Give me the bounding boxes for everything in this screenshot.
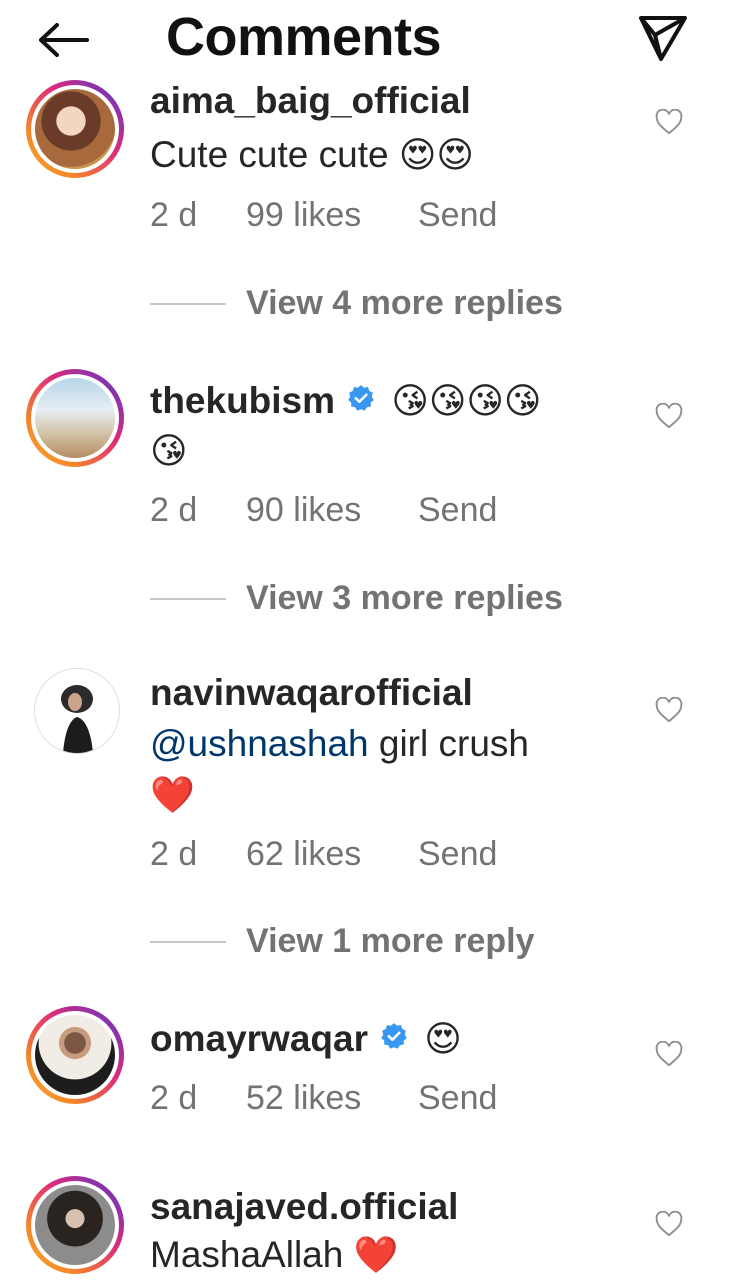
comment-likes[interactable]: 99 likes xyxy=(246,196,418,235)
paper-plane-icon xyxy=(639,16,687,61)
back-button[interactable] xyxy=(30,14,96,66)
comment-emoji: ❤️ xyxy=(353,1235,399,1276)
comment-likes[interactable]: 90 likes xyxy=(246,491,418,530)
arrow-left-icon xyxy=(39,23,89,57)
comment-emoji: 😘 xyxy=(150,431,188,472)
comments-screen: aima_baig_official Cute cute cute 😍😍 2 d… xyxy=(0,0,729,1280)
avatar-portrait xyxy=(35,669,119,753)
heart-icon[interactable] xyxy=(652,694,686,726)
view-replies-button[interactable]: View 4 more replies xyxy=(150,284,563,323)
comment-text: girl crush xyxy=(368,723,529,764)
comment-time: 2 d xyxy=(150,1079,198,1117)
avatar[interactable] xyxy=(26,80,124,178)
send-button[interactable]: Send xyxy=(418,1079,497,1118)
share-button[interactable] xyxy=(632,8,694,68)
verified-badge-icon xyxy=(347,377,375,423)
comment-mention[interactable]: @ushnashah xyxy=(150,723,369,764)
page-title: Comments xyxy=(166,7,442,67)
comment-emoji: 😍😍 xyxy=(398,135,474,176)
comment-text: MashaAllah xyxy=(150,1234,344,1275)
avatar[interactable] xyxy=(26,369,124,467)
comment-emoji: 😘😘😘😘 xyxy=(391,381,542,422)
heart-icon[interactable] xyxy=(652,400,686,432)
avatar[interactable] xyxy=(34,668,120,754)
comment-likes[interactable]: 62 likes xyxy=(246,835,418,874)
view-replies-label: View 3 more replies xyxy=(246,579,563,617)
comments-list[interactable]: aima_baig_official Cute cute cute 😍😍 2 d… xyxy=(0,0,729,1280)
view-replies-label: View 1 more reply xyxy=(246,922,535,960)
replies-divider xyxy=(150,597,226,600)
comment-username[interactable]: navinwaqarofficial xyxy=(150,672,473,713)
send-button[interactable]: Send xyxy=(418,196,497,235)
avatar[interactable] xyxy=(26,1006,124,1104)
comment-time: 2 d xyxy=(150,196,198,234)
verified-badge-icon xyxy=(380,1015,408,1061)
comment-emoji: ❤️ xyxy=(150,775,195,816)
view-replies-button[interactable]: View 1 more reply xyxy=(150,922,535,961)
avatar[interactable] xyxy=(26,1176,124,1274)
send-button[interactable]: Send xyxy=(418,491,497,530)
comment-likes[interactable]: 52 likes xyxy=(246,1079,418,1118)
heart-icon[interactable] xyxy=(652,106,686,138)
comment-time: 2 d xyxy=(150,491,198,529)
replies-divider xyxy=(150,940,226,943)
comment-username[interactable]: sanajaved.official xyxy=(150,1186,458,1227)
heart-icon[interactable] xyxy=(652,1038,686,1070)
comment-username[interactable]: aima_baig_official xyxy=(150,80,471,121)
send-button[interactable]: Send xyxy=(418,835,497,874)
view-replies-button[interactable]: View 3 more replies xyxy=(150,579,563,618)
heart-icon[interactable] xyxy=(652,1208,686,1240)
comment-emoji: 😍 xyxy=(424,1019,462,1060)
view-replies-label: View 4 more replies xyxy=(246,284,563,322)
comment-username[interactable]: thekubism xyxy=(150,380,335,421)
top-bar: Comments xyxy=(0,0,729,78)
comment-text: Cute cute cute xyxy=(150,134,389,175)
comment-time: 2 d xyxy=(150,835,198,873)
replies-divider xyxy=(150,302,226,305)
comment-username[interactable]: omayrwaqar xyxy=(150,1018,368,1059)
